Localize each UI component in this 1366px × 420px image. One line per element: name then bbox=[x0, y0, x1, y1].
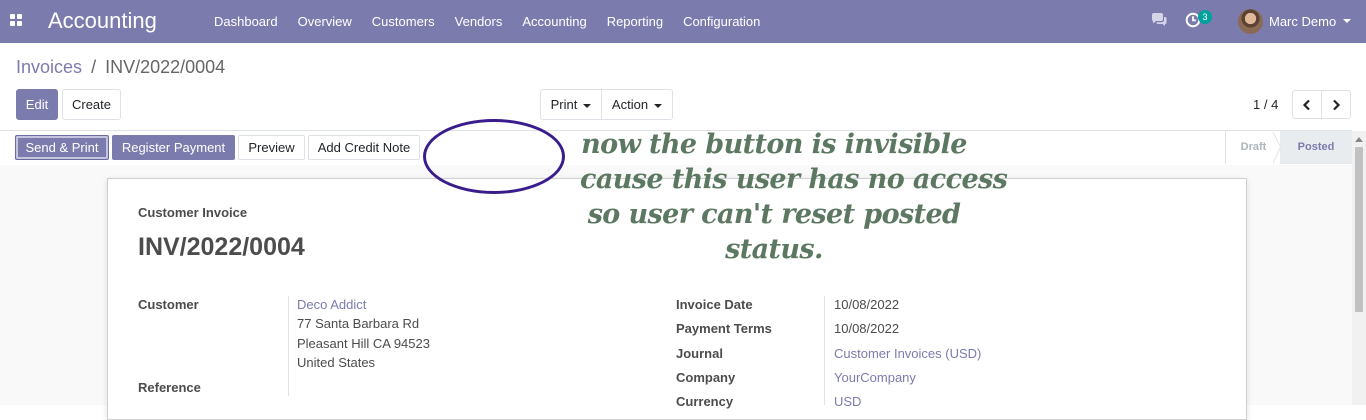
journal-link[interactable]: Customer Invoices (USD) bbox=[834, 346, 981, 361]
activity-count-badge: 3 bbox=[1198, 10, 1212, 24]
main-menu: Dashboard Overview Customers Vendors Acc… bbox=[204, 0, 770, 43]
invoice-number: INV/2022/0004 bbox=[138, 233, 305, 261]
chat-icon[interactable] bbox=[1151, 13, 1167, 27]
customer-label: Customer bbox=[138, 297, 199, 312]
chevron-down-icon bbox=[1343, 19, 1352, 23]
currency-label: Currency bbox=[676, 394, 734, 409]
app-name: Accounting bbox=[48, 8, 157, 33]
breadcrumb-invoices[interactable]: Invoices bbox=[16, 57, 82, 77]
company-label: Company bbox=[676, 370, 736, 385]
address-line: 77 Santa Barbara Rd bbox=[297, 316, 420, 331]
edit-button[interactable]: Edit bbox=[16, 89, 58, 120]
document-type: Customer Invoice bbox=[138, 205, 248, 220]
payment-terms-value: 10/08/2022 bbox=[834, 321, 900, 336]
menu-customers[interactable]: Customers bbox=[362, 14, 445, 29]
chevron-down-icon bbox=[654, 103, 663, 108]
action-dropdown[interactable]: Action bbox=[601, 89, 673, 120]
menu-reporting[interactable]: Reporting bbox=[597, 14, 673, 29]
menu-accounting[interactable]: Accounting bbox=[512, 14, 596, 29]
highlight-oval bbox=[423, 119, 565, 194]
scroll-up-arrow-icon[interactable] bbox=[1355, 137, 1363, 142]
print-dropdown[interactable]: Print bbox=[540, 89, 602, 120]
pager-next-button[interactable] bbox=[1321, 90, 1351, 119]
avatar bbox=[1238, 8, 1263, 34]
scrollbar-thumb[interactable] bbox=[1355, 147, 1363, 312]
currency-link[interactable]: USD bbox=[834, 394, 861, 409]
chevron-left-icon bbox=[1302, 99, 1310, 110]
menu-configuration[interactable]: Configuration bbox=[673, 14, 770, 29]
payment-terms-label: Payment Terms bbox=[676, 321, 772, 336]
create-button[interactable]: Create bbox=[62, 89, 121, 120]
menu-dashboard[interactable]: Dashboard bbox=[204, 14, 288, 29]
preview-button[interactable]: Preview bbox=[238, 135, 305, 160]
customer-link[interactable]: Deco Addict bbox=[297, 297, 366, 312]
user-name: Marc Demo bbox=[1269, 13, 1337, 29]
journal-label: Journal bbox=[676, 346, 723, 361]
chevron-right-icon bbox=[1333, 99, 1341, 110]
menu-vendors[interactable]: Vendors bbox=[445, 14, 513, 29]
breadcrumb-current: INV/2022/0004 bbox=[105, 57, 226, 77]
field-divider bbox=[288, 296, 289, 396]
field-divider bbox=[824, 296, 825, 405]
print-label: Print bbox=[550, 97, 578, 112]
pager-value[interactable]: 1 / 4 bbox=[1253, 97, 1278, 112]
register-payment-button[interactable]: Register Payment bbox=[112, 135, 235, 160]
address-line: United States bbox=[297, 355, 376, 370]
action-label: Action bbox=[611, 97, 649, 112]
add-credit-note-button[interactable]: Add Credit Note bbox=[308, 135, 420, 160]
menu-overview[interactable]: Overview bbox=[288, 14, 362, 29]
annotation-line: now the button is invisible bbox=[581, 129, 967, 160]
reference-label: Reference bbox=[138, 380, 201, 395]
user-menu[interactable]: Marc Demo bbox=[1238, 7, 1352, 35]
pager-previous-button[interactable] bbox=[1292, 90, 1322, 119]
annotation-line: status. bbox=[725, 234, 823, 265]
breadcrumb-separator: / bbox=[91, 57, 97, 77]
send-and-print-button[interactable]: Send & Print bbox=[15, 135, 109, 160]
invoice-date-value: 10/08/2022 bbox=[834, 297, 900, 312]
invoice-date-label: Invoice Date bbox=[676, 297, 753, 312]
top-navbar: Accounting Dashboard Overview Customers … bbox=[0, 0, 1366, 43]
address-line: Pleasant Hill CA 94523 bbox=[297, 336, 430, 351]
apps-menu-icon[interactable] bbox=[10, 14, 23, 27]
breadcrumb: Invoices / INV/2022/0004 bbox=[16, 57, 225, 78]
company-link[interactable]: YourCompany bbox=[834, 370, 916, 385]
stage-separator-fill bbox=[1272, 131, 1280, 164]
annotation-note: now the button is invisible cause this u… bbox=[580, 127, 1008, 267]
annotation-line: so user can't reset posted bbox=[587, 199, 961, 230]
chevron-down-icon bbox=[583, 103, 592, 108]
annotation-line: cause this user has no access bbox=[580, 164, 1008, 195]
stage-posted: Posted bbox=[1280, 131, 1352, 164]
